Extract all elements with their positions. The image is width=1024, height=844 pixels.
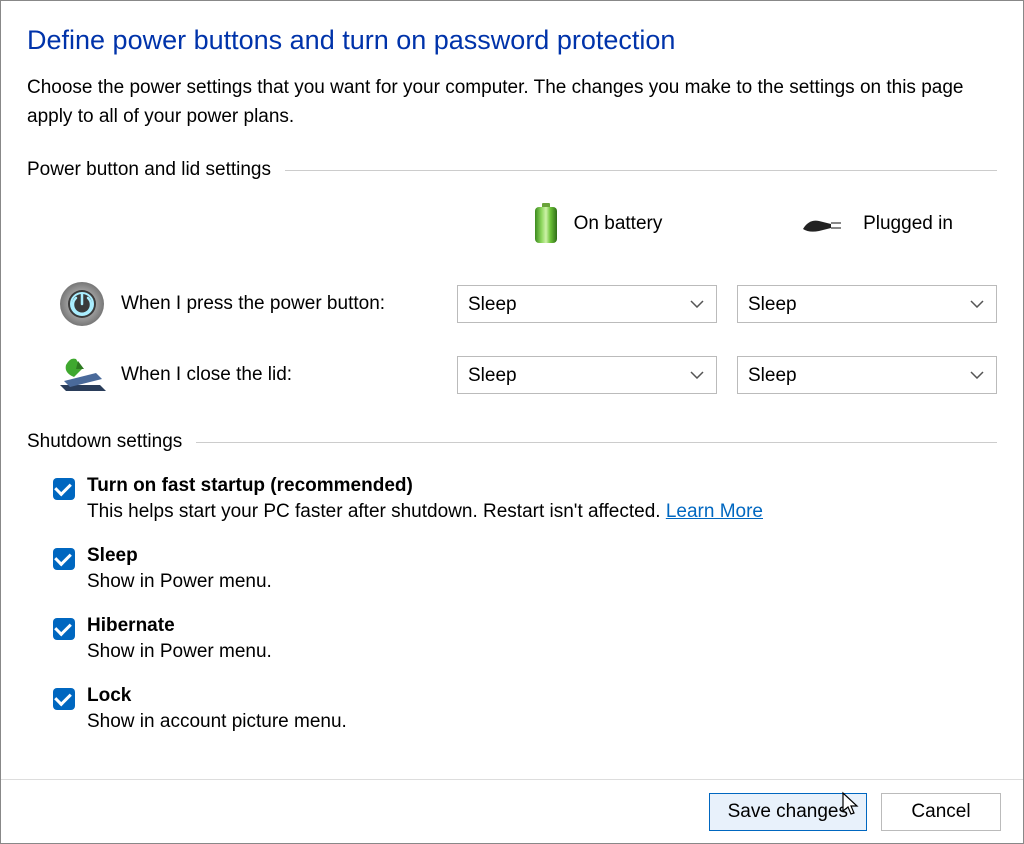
on-battery-label: On battery [574,213,663,235]
power-lid-section-header: Power button and lid settings [27,159,997,181]
power-button-battery-select[interactable]: Sleep [457,285,717,323]
hibernate-item: Hibernate Show in Power menu. [53,615,997,663]
close-lid-battery-select[interactable]: Sleep [457,356,717,394]
sleep-desc: Show in Power menu. [87,571,997,593]
power-button-row-label: When I press the power button: [117,293,457,315]
shutdown-section-label: Shutdown settings [27,431,182,453]
lock-item: Lock Show in account picture menu. [53,685,997,733]
plugged-in-label: Plugged in [863,213,953,235]
lock-checkbox[interactable] [53,688,75,710]
fast-startup-desc: This helps start your PC faster after sh… [87,501,997,523]
power-button-plugged-select[interactable]: Sleep [737,285,997,323]
hibernate-desc: Show in Power menu. [87,641,997,663]
fast-startup-title: Turn on fast startup (recommended) [87,475,997,497]
close-lid-plugged-select[interactable]: Sleep [737,356,997,394]
sleep-checkbox[interactable] [53,548,75,570]
page-title: Define power buttons and turn on passwor… [27,25,997,56]
save-changes-button[interactable]: Save changes [709,793,867,831]
battery-icon [532,203,560,245]
fast-startup-checkbox[interactable] [53,478,75,500]
on-battery-column-header: On battery [457,203,737,253]
fast-startup-item: Turn on fast startup (recommended) This … [53,475,997,523]
shutdown-section-header: Shutdown settings [27,431,997,453]
plug-icon [801,209,849,239]
lock-title: Lock [87,685,997,707]
dialog-footer: Save changes Cancel [1,779,1023,843]
learn-more-link[interactable]: Learn More [666,501,763,522]
page-description: Choose the power settings that you want … [27,74,997,131]
lock-desc: Show in account picture menu. [87,711,997,733]
power-lid-section-label: Power button and lid settings [27,159,271,181]
hibernate-title: Hibernate [87,615,997,637]
shutdown-settings-list: Turn on fast startup (recommended) This … [53,475,997,733]
divider [196,442,997,443]
power-button-icon [47,281,117,327]
plugged-in-column-header: Plugged in [737,209,1017,247]
close-lid-row-label: When I close the lid: [117,364,457,386]
sleep-title: Sleep [87,545,997,567]
hibernate-checkbox[interactable] [53,618,75,640]
close-lid-icon [47,355,117,395]
sleep-item: Sleep Show in Power menu. [53,545,997,593]
divider [285,170,997,171]
cancel-button[interactable]: Cancel [881,793,1001,831]
power-lid-grid: On battery Plugged in [47,203,997,395]
